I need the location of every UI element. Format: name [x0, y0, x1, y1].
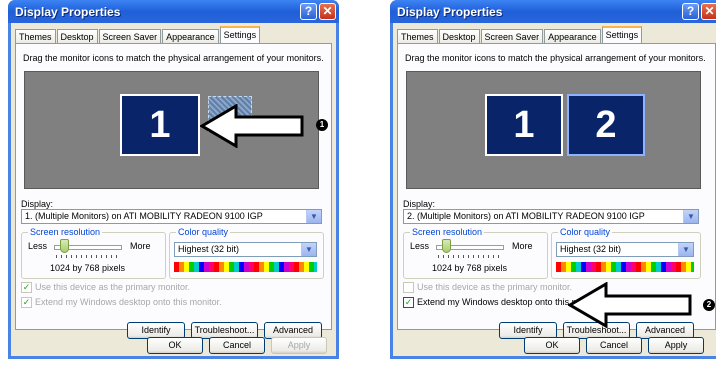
apply-button[interactable]: Apply: [648, 337, 704, 354]
tab-strip: Themes Desktop Screen Saver Appearance S…: [397, 26, 643, 43]
display-select-value: 1. (Multiple Monitors) on ATI MOBILITY R…: [25, 211, 263, 221]
slider-ticks: [56, 255, 120, 258]
help-button[interactable]: ?: [682, 3, 699, 20]
client-area: Themes Desktop Screen Saver Appearance S…: [11, 23, 336, 356]
ok-button[interactable]: OK: [524, 337, 580, 354]
color-quality-select[interactable]: Highest (32 bit) ▼: [174, 242, 317, 257]
tab-appearance[interactable]: Appearance: [544, 29, 601, 43]
title-bar: Display Properties ? ✕: [390, 0, 716, 23]
close-button[interactable]: ✕: [319, 3, 336, 20]
primary-monitor-checkbox[interactable]: ✓ Use this device as the primary monitor.: [21, 282, 191, 294]
window-title: Display Properties: [397, 5, 503, 19]
checkbox-box: [403, 282, 414, 294]
color-quality-title: Color quality: [558, 227, 613, 237]
tab-desktop[interactable]: Desktop: [438, 29, 480, 43]
checkbox-box: ✓: [21, 282, 32, 294]
extend-desktop-label: Extend my Windows desktop onto this moni…: [35, 297, 222, 307]
monitor-1-icon[interactable]: 1: [485, 94, 563, 156]
extend-desktop-checkbox[interactable]: ✓ Extend my Windows desktop onto this mon…: [21, 297, 222, 309]
instruction-text: Drag the monitor icons to match the phys…: [23, 53, 324, 63]
check-icon: ✓: [403, 297, 414, 309]
chevron-down-icon: ▼: [678, 243, 693, 256]
resolution-value: 1024 by 768 pixels: [432, 263, 508, 273]
more-label: More: [512, 241, 533, 251]
checkbox-box: ✓: [21, 297, 32, 309]
display-select[interactable]: 2. (Multiple Monitors) on ATI MOBILITY R…: [403, 209, 699, 224]
color-quality-group: Color quality Highest (32 bit) ▼: [551, 227, 701, 279]
more-label: More: [130, 241, 151, 251]
resolution-value: 1024 by 768 pixels: [50, 263, 126, 273]
cancel-button[interactable]: Cancel: [586, 337, 642, 354]
screen-resolution-title: Screen resolution: [410, 227, 485, 237]
help-icon: ?: [686, 4, 695, 18]
primary-monitor-label: Use this device as the primary monitor.: [35, 282, 191, 292]
callout-badge-2: 2: [703, 299, 715, 311]
color-spectrum-bar: [174, 262, 317, 272]
monitor-arrangement-area: 1 2: [406, 71, 701, 189]
title-bar: Display Properties ? ✕: [8, 0, 339, 23]
color-quality-value: Highest (32 bit): [178, 244, 240, 254]
screen-resolution-title: Screen resolution: [28, 227, 103, 237]
display-select-value: 2. (Multiple Monitors) on ATI MOBILITY R…: [407, 211, 645, 221]
callout-badge-1: 1: [316, 119, 328, 131]
color-quality-value: Highest (32 bit): [560, 244, 622, 254]
tab-settings[interactable]: Settings: [219, 26, 261, 43]
tab-settings[interactable]: Settings: [601, 26, 643, 43]
screen-resolution-group: Screen resolution Less More 1024 by 768 …: [403, 227, 548, 279]
close-icon: ✕: [704, 4, 715, 18]
right-arrow-icon: [568, 282, 692, 328]
tab-strip: Themes Desktop Screen Saver Appearance S…: [15, 26, 261, 43]
tab-themes[interactable]: Themes: [397, 29, 438, 43]
resolution-slider-thumb[interactable]: [442, 239, 451, 253]
chevron-down-icon: ▼: [301, 243, 316, 256]
tab-screen-saver[interactable]: Screen Saver: [98, 29, 162, 43]
display-select[interactable]: 1. (Multiple Monitors) on ATI MOBILITY R…: [21, 209, 322, 224]
ok-button[interactable]: OK: [147, 337, 203, 354]
primary-monitor-checkbox[interactable]: Use this device as the primary monitor.: [403, 282, 573, 294]
apply-button[interactable]: Apply: [271, 337, 327, 354]
display-label: Display:: [21, 199, 54, 209]
chevron-down-icon: ▼: [683, 210, 698, 223]
less-label: Less: [410, 241, 430, 251]
instruction-text: Drag the monitor icons to match the phys…: [405, 53, 706, 63]
display-properties-window-left: Display Properties ? ✕ Themes Desktop Sc…: [8, 0, 339, 359]
color-quality-select[interactable]: Highest (32 bit) ▼: [556, 242, 694, 257]
monitor-1-icon[interactable]: 1: [120, 94, 200, 156]
screen-resolution-group: Screen resolution Less More 1024 by 768 …: [21, 227, 166, 279]
chevron-down-icon: ▼: [306, 210, 321, 223]
monitor-2-icon[interactable]: 2: [567, 94, 645, 156]
tab-desktop[interactable]: Desktop: [56, 29, 98, 43]
color-quality-group: Color quality Highest (32 bit) ▼: [169, 227, 324, 279]
cancel-button[interactable]: Cancel: [209, 337, 265, 354]
resolution-slider-thumb[interactable]: [60, 239, 69, 253]
close-button[interactable]: ✕: [701, 3, 716, 20]
tab-themes[interactable]: Themes: [15, 29, 56, 43]
color-quality-title: Color quality: [176, 227, 231, 237]
help-icon: ?: [304, 4, 313, 18]
tab-screen-saver[interactable]: Screen Saver: [480, 29, 544, 43]
left-arrow-icon: [200, 104, 304, 148]
primary-monitor-label: Use this device as the primary monitor.: [417, 282, 573, 292]
display-label: Display:: [403, 199, 436, 209]
tab-appearance[interactable]: Appearance: [162, 29, 219, 43]
help-button[interactable]: ?: [300, 3, 317, 20]
slider-ticks: [438, 255, 502, 258]
settings-panel: Drag the monitor icons to match the phys…: [15, 43, 332, 339]
less-label: Less: [28, 241, 48, 251]
window-title: Display Properties: [15, 5, 121, 19]
close-icon: ✕: [322, 4, 333, 18]
color-spectrum-bar: [556, 262, 694, 272]
